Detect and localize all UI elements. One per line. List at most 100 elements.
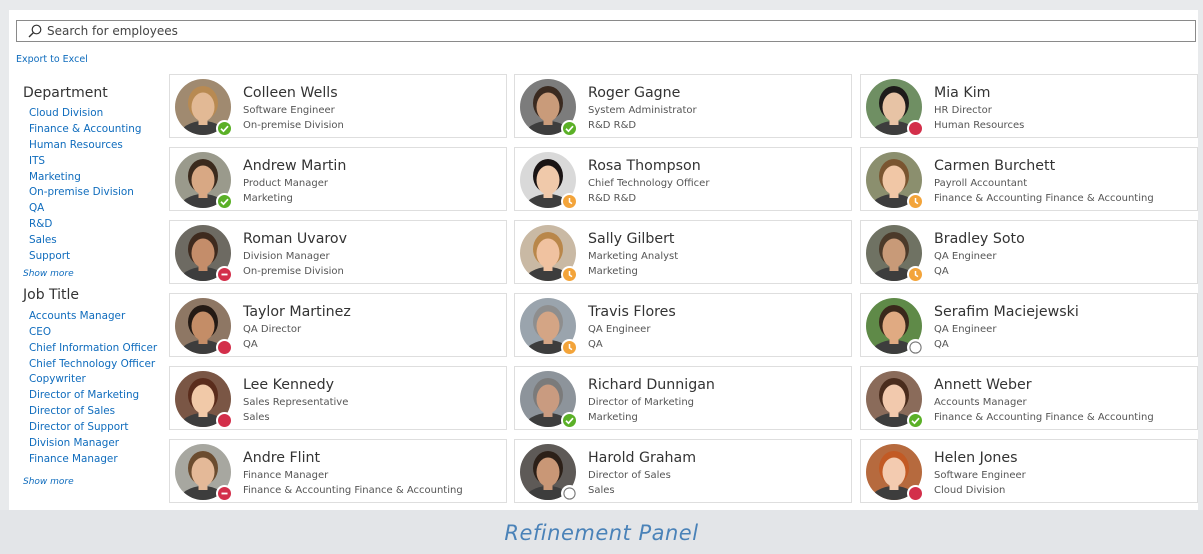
employee-card[interactable]: Carmen Burchett Payroll Accountant Finance… xyxy=(860,147,1198,211)
department-facet-item[interactable]: R&D xyxy=(23,217,158,233)
employee-name: Helen Jones xyxy=(934,450,1018,466)
employee-card[interactable]: Helen Jones Software Engineer Cloud Divisi… xyxy=(860,439,1198,503)
department-facet-item[interactable]: Cloud Division xyxy=(23,106,158,122)
job-title-facet-item[interactable]: Director of Sales xyxy=(23,404,158,420)
employee-name: Richard Dunnigan xyxy=(588,377,715,393)
search-box[interactable]: Search for employees xyxy=(16,20,1196,42)
employee-department: Marketing xyxy=(243,193,293,204)
employee-card[interactable]: Richard Dunnigan Director of Marketing Mar… xyxy=(514,366,852,430)
employee-avatar xyxy=(175,152,233,210)
employee-department: Marketing xyxy=(588,412,638,423)
presence-busy-icon xyxy=(907,485,924,502)
department-facet-item[interactable]: Support xyxy=(23,249,158,265)
search-icon xyxy=(27,23,43,39)
employee-department: QA xyxy=(588,339,603,350)
employee-card[interactable]: Roman Uvarov Division Manager On-premise D… xyxy=(169,220,507,284)
department-facet-item[interactable]: ITS xyxy=(23,154,158,170)
employee-card[interactable]: Rosa Thompson Chief Technology Officer R&D… xyxy=(514,147,852,211)
employee-job-title: Payroll Accountant xyxy=(934,178,1028,189)
job-title-facet-item[interactable]: Accounts Manager xyxy=(23,309,158,325)
presence-away-icon xyxy=(907,193,924,210)
department-facet-item[interactable]: QA xyxy=(23,201,158,217)
employee-department: Sales xyxy=(243,412,270,423)
employee-name: Sally Gilbert xyxy=(588,231,675,247)
employee-card[interactable]: Bradley Soto QA Engineer QA xyxy=(860,220,1198,284)
employee-name: Andre Flint xyxy=(243,450,321,466)
employee-job-title: Director of Sales xyxy=(588,470,671,481)
presence-busy-icon xyxy=(216,485,233,502)
employee-name: Travis Flores xyxy=(588,304,676,320)
employee-department: Marketing xyxy=(588,266,638,277)
employee-name: Bradley Soto xyxy=(934,231,1025,247)
employee-name: Lee Kennedy xyxy=(243,377,335,393)
employee-avatar xyxy=(520,79,578,137)
job-title-facet-item[interactable]: Director of Marketing xyxy=(23,388,158,404)
search-input[interactable]: Search for employees xyxy=(47,24,178,38)
employee-card[interactable]: Sally Gilbert Marketing Analyst Marketing xyxy=(514,220,852,284)
department-facet-item[interactable]: Human Resources xyxy=(23,138,158,154)
employee-avatar xyxy=(866,225,924,283)
job-title-facet-item[interactable]: Chief Information Officer xyxy=(23,341,158,357)
employee-card[interactable]: Lee Kennedy Sales Representative Sales xyxy=(169,366,507,430)
employee-avatar xyxy=(520,371,578,429)
employee-card[interactable]: Serafim Maciejewski QA Engineer QA xyxy=(860,293,1198,357)
employee-card[interactable]: Roger Gagne System Administrator R&D R&D xyxy=(514,74,852,138)
employee-card[interactable]: Travis Flores QA Engineer QA xyxy=(514,293,852,357)
department-show-more-link[interactable]: Show more xyxy=(23,269,158,279)
export-to-excel-link[interactable]: Export to Excel xyxy=(16,54,88,65)
employee-name: Mia Kim xyxy=(934,85,991,101)
presence-offline-icon xyxy=(561,485,578,502)
department-facet-item[interactable]: Marketing xyxy=(23,170,158,186)
employee-job-title: Accounts Manager xyxy=(934,397,1027,408)
job-title-facet-item[interactable]: Finance Manager xyxy=(23,452,158,468)
left-frame xyxy=(0,0,9,554)
department-facet-item[interactable]: Finance & Accounting xyxy=(23,122,158,138)
employee-job-title: Chief Technology Officer xyxy=(588,178,710,189)
job-title-facet-item[interactable]: Division Manager xyxy=(23,436,158,452)
employee-job-title: QA Engineer xyxy=(934,324,997,335)
employee-card[interactable]: Colleen Wells Software Engineer On-premise… xyxy=(169,74,507,138)
department-facet-item[interactable]: Sales xyxy=(23,233,158,249)
employee-department: R&D R&D xyxy=(588,120,637,131)
presence-busy-icon xyxy=(216,266,233,283)
job-title-facet-item[interactable]: CEO xyxy=(23,325,158,341)
employee-name: Rosa Thompson xyxy=(588,158,701,174)
employee-name: Andrew Martin xyxy=(243,158,347,174)
job-title-facet-item[interactable]: Director of Support xyxy=(23,420,158,436)
employee-card[interactable]: Harold Graham Director of Sales Sales xyxy=(514,439,852,503)
employee-department: Finance & Accounting Finance & Accountin… xyxy=(243,485,463,496)
department-facet-item[interactable]: On-premise Division xyxy=(23,185,158,201)
employee-job-title: QA Director xyxy=(243,324,302,335)
employee-avatar xyxy=(175,79,233,137)
employee-card[interactable]: Taylor Martinez QA Director QA xyxy=(169,293,507,357)
presence-busy-icon xyxy=(216,339,233,356)
employee-job-title: QA Engineer xyxy=(934,251,997,262)
employee-department: QA xyxy=(934,266,949,277)
employee-avatar xyxy=(520,444,578,502)
presence-available-icon xyxy=(561,412,578,429)
job-title-show-more-link[interactable]: Show more xyxy=(23,477,158,487)
employee-avatar xyxy=(520,152,578,210)
employee-department: On-premise Division xyxy=(243,266,344,277)
employee-name: Carmen Burchett xyxy=(934,158,1056,174)
employee-name: Roman Uvarov xyxy=(243,231,347,247)
job-title-facet-item[interactable]: Copywriter xyxy=(23,372,158,388)
employee-job-title: QA Engineer xyxy=(588,324,651,335)
employee-avatar xyxy=(520,298,578,356)
employee-card[interactable]: Andrew Martin Product Manager Marketing xyxy=(169,147,507,211)
refinement-sidebar: Department Cloud Division Finance & Accou… xyxy=(23,84,158,487)
employee-card[interactable]: Annett Weber Accounts Manager Finance & Ac… xyxy=(860,366,1198,430)
employee-job-title: System Administrator xyxy=(588,105,697,116)
caption-label: Refinement Panel xyxy=(504,521,699,545)
employee-card[interactable]: Mia Kim HR Director Human Resources xyxy=(860,74,1198,138)
employee-name: Annett Weber xyxy=(934,377,1032,393)
employee-department: On-premise Division xyxy=(243,120,344,131)
job-title-facet-item[interactable]: Chief Technology Officer xyxy=(23,357,158,373)
employee-card[interactable]: Andre Flint Finance Manager Finance & Acco… xyxy=(169,439,507,503)
presence-available-icon xyxy=(216,193,233,210)
top-frame xyxy=(0,0,1203,10)
employee-job-title: Software Engineer xyxy=(934,470,1026,481)
employee-avatar xyxy=(866,371,924,429)
right-frame xyxy=(1198,0,1203,554)
employee-avatar xyxy=(866,298,924,356)
